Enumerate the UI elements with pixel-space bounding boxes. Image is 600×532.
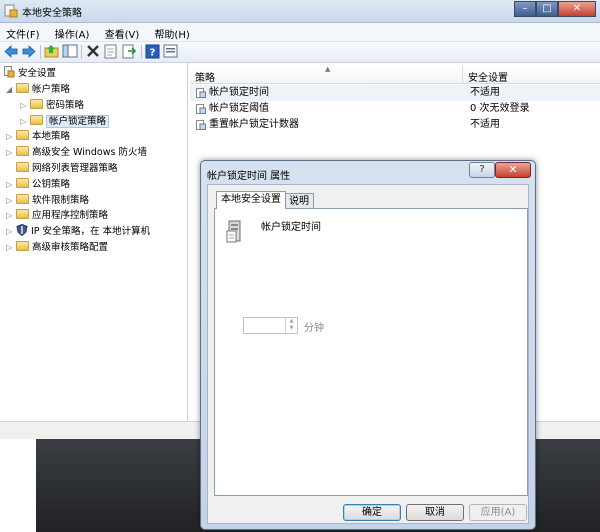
tree-item-security-settings[interactable]: 安全设置 bbox=[4, 66, 56, 81]
policy-name-label: 帐户锁定时间 bbox=[261, 222, 321, 233]
list-row[interactable]: 帐户锁定阈值 0 次无效登录 bbox=[190, 101, 600, 117]
tree-item-password-policy[interactable]: ▷ 密码策略 bbox=[20, 98, 84, 113]
close-button[interactable]: ✕ bbox=[558, 1, 596, 17]
ipsec-shield-icon bbox=[16, 223, 28, 237]
window-title: 本地安全策略 bbox=[22, 8, 82, 19]
unit-label: 分钟 bbox=[304, 323, 324, 334]
tab-explain[interactable]: 说明 bbox=[284, 193, 314, 209]
help-icon[interactable]: ? bbox=[145, 44, 161, 59]
tree-item-firewall[interactable]: ▷ 高级安全 Windows 防火墙 bbox=[6, 145, 147, 160]
console-icon[interactable] bbox=[163, 44, 179, 59]
folder-icon bbox=[16, 162, 29, 172]
tab-page: 帐户锁定时间 ▲ ▼ 分钟 bbox=[214, 208, 528, 496]
security-policy-app-icon bbox=[4, 4, 18, 18]
list-row[interactable]: 帐户锁定时间 不适用 bbox=[190, 85, 600, 101]
expand-arrow-icon[interactable]: ▷ bbox=[6, 193, 16, 208]
toolbar: ? bbox=[0, 42, 600, 63]
list-row[interactable]: 重置帐户锁定计数器 不适用 bbox=[190, 117, 600, 133]
expand-arrow-icon[interactable]: ▷ bbox=[6, 177, 16, 192]
dialog-help-button[interactable]: ? bbox=[469, 162, 495, 178]
sort-up-icon: ▲ bbox=[325, 65, 331, 73]
column-header-setting[interactable]: 安全设置 bbox=[468, 69, 508, 84]
dialog-title: 帐户锁定时间 属性 bbox=[207, 171, 291, 182]
forward-icon[interactable] bbox=[21, 44, 37, 59]
folder-icon bbox=[16, 83, 29, 93]
back-icon[interactable] bbox=[3, 44, 19, 59]
folder-icon bbox=[16, 194, 29, 204]
folder-icon bbox=[16, 241, 29, 251]
collapse-arrow-icon[interactable]: ◢ bbox=[6, 82, 16, 97]
expand-arrow-icon[interactable]: ▷ bbox=[6, 145, 16, 160]
properties-dialog: 帐户锁定时间 属性 ? ✕ 本地安全设置 说明 帐户锁定时间 ▲ ▼ 分钟 确定… bbox=[200, 160, 536, 530]
tree-item-public-key[interactable]: ▷ 公钥策略 bbox=[6, 177, 70, 192]
expand-arrow-icon[interactable]: ▷ bbox=[20, 114, 30, 129]
cancel-button[interactable]: 取消 bbox=[406, 504, 464, 521]
tree-item-software-restriction[interactable]: ▷ 软件限制策略 bbox=[6, 193, 89, 208]
folder-icon bbox=[30, 99, 43, 109]
stepper-down-icon[interactable]: ▼ bbox=[286, 325, 297, 332]
policy-item-icon bbox=[196, 120, 206, 130]
folder-icon bbox=[16, 130, 29, 140]
folder-icon bbox=[16, 178, 29, 188]
menu-action[interactable]: 操作(A) bbox=[49, 23, 96, 41]
tree-item-app-control[interactable]: ▷ 应用程序控制策略 bbox=[6, 208, 108, 223]
export-icon[interactable] bbox=[121, 44, 137, 59]
minutes-stepper[interactable]: ▲ ▼ bbox=[243, 317, 298, 334]
minimize-button[interactable]: – bbox=[514, 1, 536, 17]
expand-arrow-icon[interactable]: ▷ bbox=[6, 240, 16, 255]
folder-icon bbox=[16, 146, 29, 156]
expand-arrow-icon[interactable]: ▷ bbox=[6, 129, 16, 144]
menu-bar: 文件(F) 操作(A) 查看(V) 帮助(H) bbox=[0, 23, 600, 42]
security-settings-icon bbox=[4, 66, 15, 78]
expand-arrow-icon[interactable]: ▷ bbox=[20, 98, 30, 113]
folder-icon bbox=[30, 115, 43, 125]
tree-item-ipsec[interactable]: ▷ IP 安全策略，在 本地计算机 bbox=[6, 223, 150, 239]
expand-arrow-icon[interactable]: ▷ bbox=[6, 208, 16, 223]
svg-text:?: ? bbox=[150, 48, 156, 59]
server-policy-icon bbox=[226, 220, 241, 243]
title-bar: 本地安全策略 – □ ✕ bbox=[0, 0, 600, 23]
expand-arrow-icon[interactable]: ▷ bbox=[6, 224, 16, 239]
policy-item-icon bbox=[196, 88, 206, 98]
ok-button[interactable]: 确定 bbox=[343, 504, 401, 521]
show-hide-tree-icon[interactable] bbox=[62, 44, 78, 59]
tree-item-audit[interactable]: ▷ 高级审核策略配置 bbox=[6, 240, 108, 255]
delete-icon[interactable] bbox=[85, 44, 101, 59]
tree-item-network-list[interactable]: 网络列表管理器策略 bbox=[6, 161, 118, 176]
folder-icon bbox=[16, 209, 29, 219]
dialog-body: 本地安全设置 说明 帐户锁定时间 ▲ ▼ 分钟 确定 取消 应用(A) bbox=[207, 184, 529, 524]
menu-view[interactable]: 查看(V) bbox=[99, 23, 146, 41]
tree-item-lockout-policy[interactable]: ▷ 帐户锁定策略 bbox=[20, 114, 110, 129]
maximize-button[interactable]: □ bbox=[536, 1, 558, 17]
menu-help[interactable]: 帮助(H) bbox=[148, 23, 195, 41]
dialog-close-button[interactable]: ✕ bbox=[495, 162, 531, 178]
properties-icon[interactable] bbox=[103, 44, 119, 59]
up-folder-icon[interactable] bbox=[44, 44, 60, 59]
tree-item-local-policy[interactable]: ▷ 本地策略 bbox=[6, 129, 70, 144]
tab-local-security-setting[interactable]: 本地安全设置 bbox=[216, 191, 286, 209]
menu-file[interactable]: 文件(F) bbox=[0, 23, 46, 41]
column-header-policy[interactable]: 策略 bbox=[195, 69, 215, 84]
apply-button[interactable]: 应用(A) bbox=[469, 504, 527, 521]
policy-item-icon bbox=[196, 104, 206, 114]
list-header: 策略 ▲ 安全设置 bbox=[190, 65, 600, 84]
tree-pane: 安全设置 ◢ 帐户策略 ▷ 密码策略 ▷ 帐户锁定策略 ▷ 本地策略 ▷ 高级安全 Win… bbox=[0, 63, 188, 421]
tree-item-account-policy[interactable]: ◢ 帐户策略 bbox=[6, 82, 70, 97]
stepper-up-icon[interactable]: ▲ bbox=[286, 318, 297, 325]
